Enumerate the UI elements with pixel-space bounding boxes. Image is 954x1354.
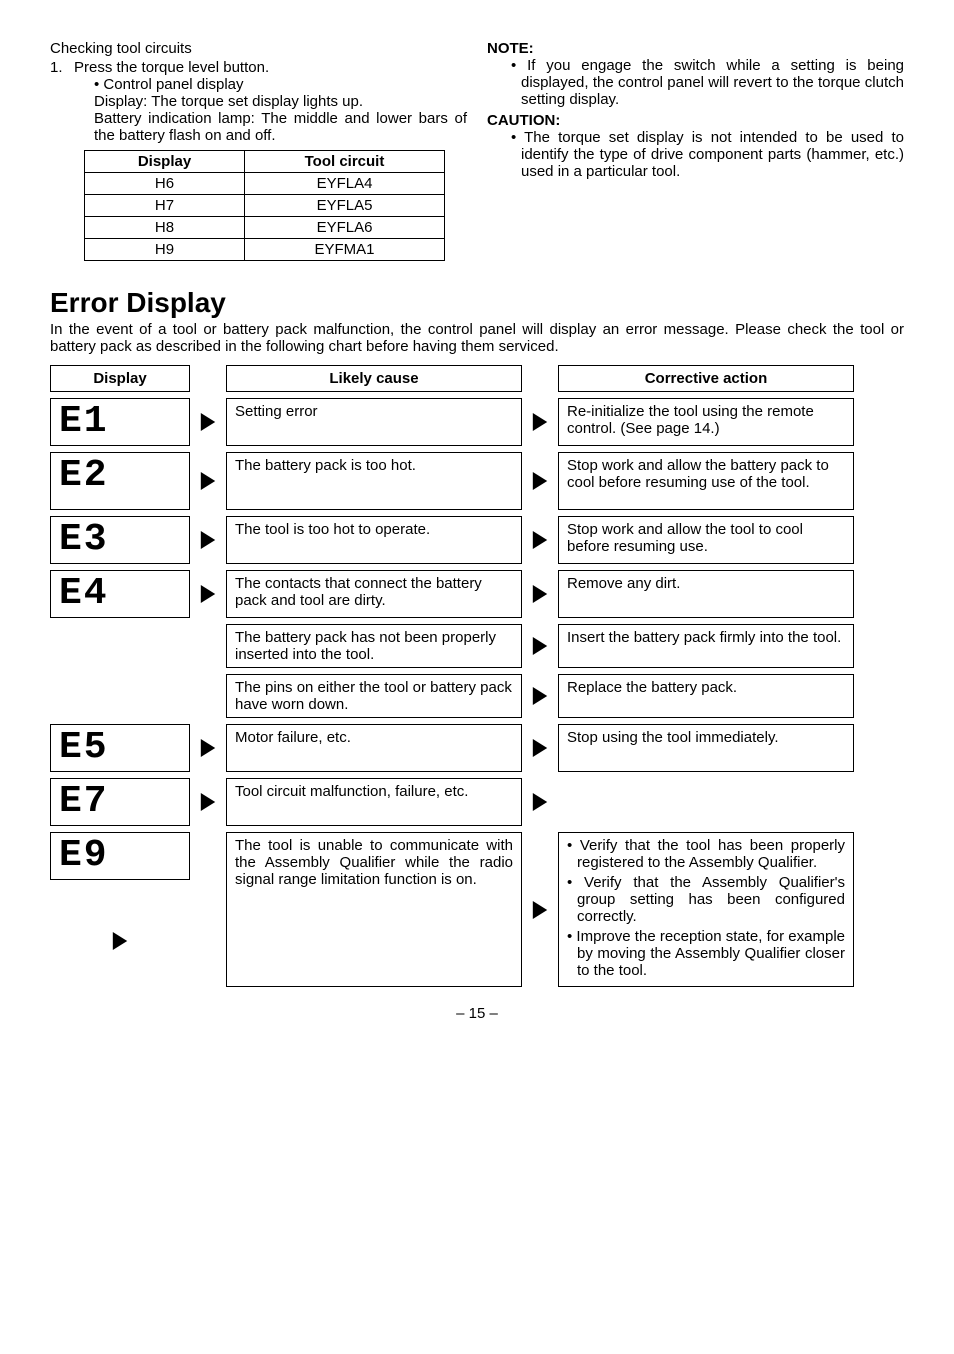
arrow-right-icon <box>522 832 558 987</box>
spacer <box>50 674 190 718</box>
error-row-e4c: The pins on either the tool or battery p… <box>50 674 904 718</box>
step-1: 1. Press the torque level button. <box>50 59 467 76</box>
th-display: Display <box>85 151 245 173</box>
action-text: Remove any dirt. <box>559 571 853 596</box>
spacer <box>190 674 226 718</box>
spacer <box>190 832 226 987</box>
arrow-right-icon <box>190 570 226 618</box>
arrow-right-icon <box>522 674 558 718</box>
table-cell: EYFMA1 <box>245 239 445 261</box>
arrow-right-icon <box>522 624 558 668</box>
arrow-right-icon <box>522 724 558 772</box>
error-row-e9: E9 The tool is unable to communicate wit… <box>50 832 904 987</box>
table-cell: EYFLA4 <box>245 173 445 195</box>
arrow-right-icon <box>522 398 558 446</box>
arrow-right-icon <box>522 452 558 510</box>
error-row-e5: E5 Motor failure, etc. Stop using the to… <box>50 724 904 772</box>
caution-bullet: • The torque set display is not intended… <box>511 129 904 180</box>
action-list: • Verify that the tool has been properly… <box>559 833 853 986</box>
note-bullet: • If you engage the switch while a setti… <box>511 57 904 108</box>
action-text: Insert the battery pack firmly into the … <box>559 625 853 650</box>
cause-text: Motor failure, etc. <box>227 725 521 750</box>
cause-text: The tool is too hot to operate. <box>227 517 521 542</box>
action-bullet: • Verify that the Assembly Qualifier's g… <box>567 874 845 925</box>
arrow-right-icon <box>190 778 226 826</box>
header-cause: Likely cause <box>227 366 521 391</box>
cause-text: The battery pack has not been properly i… <box>227 625 521 667</box>
battery-para: Battery indication lamp: The middle and … <box>94 110 467 144</box>
error-row-e7: E7 Tool circuit malfunction, failure, et… <box>50 778 904 826</box>
tool-circuit-table: Display Tool circuit H6EYFLA4 H7EYFLA5 H… <box>84 150 445 261</box>
cause-text: The pins on either the tool or battery p… <box>227 675 521 717</box>
action-bullet: • Improve the reception state, for examp… <box>567 928 845 979</box>
table-cell: EYFLA5 <box>245 195 445 217</box>
action-text: Stop work and allow the battery pack to … <box>559 453 853 509</box>
table-cell: H8 <box>85 217 245 239</box>
arrow-right-icon <box>190 516 226 564</box>
arrow-right-icon <box>111 930 129 957</box>
caution-heading: CAUTION: <box>487 112 904 129</box>
spacer <box>50 624 190 668</box>
arrow-right-icon <box>190 724 226 772</box>
step-text: Press the torque level button. <box>74 59 269 76</box>
action-text: Stop using the tool immediately. <box>559 725 853 750</box>
display-code: E5 <box>51 725 189 771</box>
spacer <box>558 778 854 826</box>
cause-text: Setting error <box>227 399 521 424</box>
error-row-e4b: The battery pack has not been properly i… <box>50 624 904 668</box>
spacer <box>190 365 226 392</box>
arrow-right-icon <box>522 570 558 618</box>
spacer <box>190 624 226 668</box>
arrow-right-icon <box>190 452 226 510</box>
step-number: 1. <box>50 59 74 76</box>
table-cell: H7 <box>85 195 245 217</box>
table-cell: H6 <box>85 173 245 195</box>
table-cell: EYFLA6 <box>245 217 445 239</box>
control-panel-bullet: • Control panel display <box>94 76 467 93</box>
error-display-heading: Error Display <box>50 287 904 319</box>
display-code: E4 <box>51 571 189 617</box>
error-row-e1: E1 Setting error Re-initialize the tool … <box>50 398 904 446</box>
display-code: E9 <box>51 833 189 879</box>
error-header-row: Display Likely cause Corrective action <box>50 365 904 392</box>
note-heading: NOTE: <box>487 40 904 57</box>
action-text: Re-initialize the tool using the remote … <box>559 399 853 441</box>
arrow-right-icon <box>522 516 558 564</box>
error-intro: In the event of a tool or battery pack m… <box>50 321 904 355</box>
th-tool-circuit: Tool circuit <box>245 151 445 173</box>
cause-text: The contacts that connect the battery pa… <box>227 571 521 613</box>
header-display: Display <box>51 366 189 391</box>
action-text: Replace the battery pack. <box>559 675 853 700</box>
display-code: E1 <box>51 399 189 445</box>
error-row-e3: E3 The tool is too hot to operate. Stop … <box>50 516 904 564</box>
error-row-e4a: E4 The contacts that connect the battery… <box>50 570 904 618</box>
display-code: E2 <box>51 453 189 499</box>
cause-text: Tool circuit malfunction, failure, etc. <box>227 779 521 804</box>
error-row-e2: E2 The battery pack is too hot. Stop wor… <box>50 452 904 510</box>
arrow-right-icon <box>522 778 558 826</box>
page-number: – 15 – <box>50 1005 904 1022</box>
arrow-right-icon <box>190 398 226 446</box>
display-para: Display: The torque set display lights u… <box>94 93 467 110</box>
checking-heading: Checking tool circuits <box>50 40 467 57</box>
cause-text: The battery pack is too hot. <box>227 453 521 509</box>
action-bullet: • Verify that the tool has been properly… <box>567 837 845 871</box>
display-code: E3 <box>51 517 189 563</box>
action-text: Stop work and allow the tool to cool bef… <box>559 517 853 559</box>
header-action: Corrective action <box>559 366 853 391</box>
cause-text: The tool is unable to communicate with t… <box>227 833 521 892</box>
table-cell: H9 <box>85 239 245 261</box>
spacer <box>522 365 558 392</box>
display-code: E7 <box>51 779 189 825</box>
